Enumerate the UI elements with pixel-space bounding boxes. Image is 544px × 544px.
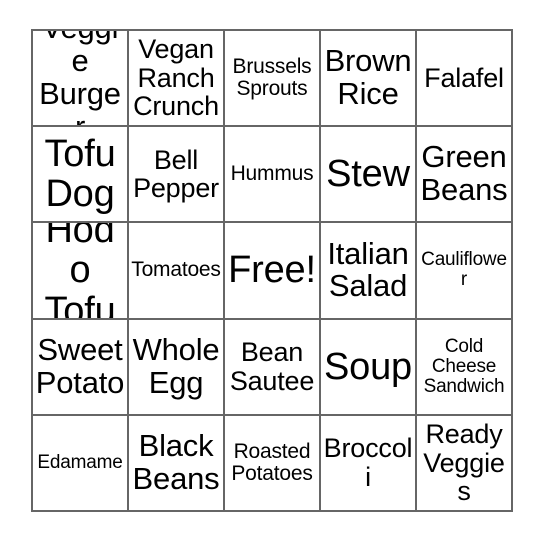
bingo-cell-label: Hodo Tofu — [44, 223, 116, 320]
bingo-cell-r1c2[interactable]: Vegan Ranch Crunch — [129, 31, 225, 128]
bingo-cell-r3c3[interactable]: Free! — [225, 223, 321, 320]
bingo-cell-r5c4[interactable]: Broccoli — [321, 415, 417, 512]
bingo-cell-label: Tomatoes — [131, 258, 221, 282]
bingo-cell-r3c4[interactable]: Italian Salad — [321, 223, 417, 320]
bingo-cell-r1c1[interactable]: Veggie Burger — [33, 31, 129, 128]
bingo-cell-r3c2[interactable]: Tomatoes — [129, 223, 225, 320]
bingo-cell-r5c2[interactable]: Black Beans — [129, 415, 225, 512]
bingo-cell-r4c3[interactable]: Bean Sautee — [225, 319, 321, 416]
bingo-cell-r2c1[interactable]: Tofu Dog — [33, 127, 129, 224]
bingo-cell-r2c5[interactable]: Green Beans — [417, 127, 513, 224]
bingo-card-grid: Veggie BurgerVegan Ranch Crunch Brussels … — [31, 29, 513, 512]
bingo-cell-label: Falafel — [424, 62, 504, 93]
bingo-cell-label: Whole Egg — [132, 331, 220, 400]
bingo-cell-r4c5[interactable]: Cold Cheese Sandwich — [417, 319, 513, 416]
bingo-cell-label: Cauliflower — [421, 249, 507, 291]
bingo-cell-label: Roasted Potatoes — [231, 439, 313, 485]
bingo-cell-label: Sweet Potato — [35, 331, 125, 400]
bingo-cell-label: Green Beans — [420, 139, 508, 208]
bingo-cell-r4c4[interactable]: Soup — [321, 319, 417, 416]
bingo-cell-label: Hummus — [230, 162, 314, 186]
bingo-cell-label: Vegan Ranch Crunch — [133, 34, 219, 122]
bingo-cell-r5c1[interactable]: Edamame — [33, 415, 129, 512]
bingo-cell-r2c4[interactable]: Stew — [321, 127, 417, 224]
bingo-cell-r1c5[interactable]: Falafel — [417, 31, 513, 128]
bingo-cell-r3c5[interactable]: Cauliflower — [417, 223, 513, 320]
bingo-cell-r5c5[interactable]: Ready Veggies — [417, 415, 513, 512]
bingo-cell-label: Tofu Dog — [44, 133, 116, 216]
bingo-cell-label: Edamame — [37, 451, 123, 473]
bingo-cell-label: Brown Rice — [324, 43, 412, 112]
bingo-cell-r5c3[interactable]: Roasted Potatoes — [225, 415, 321, 512]
bingo-cell-label: Black Beans — [132, 428, 220, 496]
bingo-cell-r1c4[interactable]: Brown Rice — [321, 31, 417, 128]
bingo-cell-r2c2[interactable]: Bell Pepper — [129, 127, 225, 224]
bingo-cell-r1c3[interactable]: Brussels Sprouts — [225, 31, 321, 128]
bingo-cell-label: Veggie Burger — [39, 31, 121, 128]
bingo-cell-label: Broccoli — [323, 433, 413, 492]
bingo-cell-label: Brussels Sprouts — [232, 54, 312, 101]
bingo-cell-r4c2[interactable]: Whole Egg — [129, 319, 225, 416]
bingo-cell-label: Bean Sautee — [229, 337, 315, 396]
bingo-cell-label: Cold Cheese Sandwich — [423, 335, 505, 397]
bingo-cell-r3c1[interactable]: Hodo Tofu — [33, 223, 129, 320]
bingo-cell-label: Soup — [324, 345, 412, 388]
bingo-cell-label: Bell Pepper — [133, 144, 219, 204]
bingo-cell-label: Free! — [228, 249, 316, 292]
bingo-cell-r2c3[interactable]: Hummus — [225, 127, 321, 224]
bingo-cell-label: Ready Veggies — [423, 418, 505, 507]
bingo-cell-r4c1[interactable]: Sweet Potato — [33, 319, 129, 416]
bingo-cell-label: Italian Salad — [327, 235, 409, 304]
bingo-cell-label: Stew — [326, 153, 410, 196]
